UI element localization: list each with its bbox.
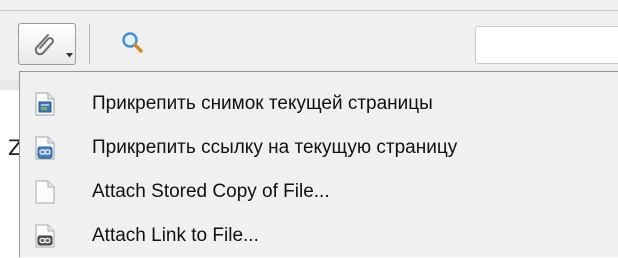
- toolbar-separator: [89, 24, 90, 64]
- menu-item-attach-page-link[interactable]: Прикрепить ссылку на текущую страницу: [20, 126, 618, 170]
- page-snapshot-icon: [34, 92, 56, 120]
- toolbar: [0, 0, 618, 80]
- menu-item-attach-file-link[interactable]: Attach Link to File...: [20, 214, 618, 258]
- menu-item-attach-snapshot[interactable]: Прикрепить снимок текущей страницы: [20, 82, 618, 126]
- menu-item-label: Прикрепить ссылку на текущую страницу: [92, 137, 458, 158]
- menu-item-label: Прикрепить снимок текущей страницы: [92, 93, 433, 114]
- file-link-icon: [34, 224, 56, 252]
- attach-menu-button[interactable]: [18, 23, 76, 65]
- paperclip-icon: [31, 31, 57, 63]
- attach-dropdown-menu: Прикрепить снимок текущей страницы Прикр…: [19, 71, 618, 257]
- search-input[interactable]: [475, 26, 618, 64]
- chevron-down-icon: [66, 43, 73, 62]
- magnifier-icon[interactable]: [120, 30, 144, 58]
- menu-item-label: Attach Link to File...: [92, 225, 259, 246]
- page-link-icon: [34, 136, 56, 164]
- toolbar-divider: [0, 10, 618, 11]
- menu-item-attach-stored-copy[interactable]: Attach Stored Copy of File...: [20, 170, 618, 214]
- menu-item-label: Attach Stored Copy of File...: [92, 181, 330, 202]
- blank-file-icon: [34, 180, 56, 208]
